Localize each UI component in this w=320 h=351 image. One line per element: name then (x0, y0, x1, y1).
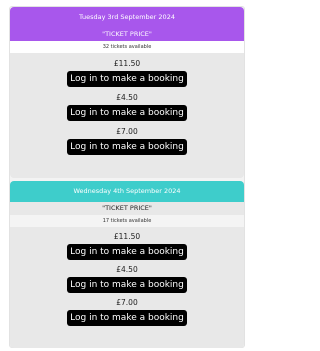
event-card-tuesday: Tuesday 3rd September 2024 "TICKET PRICE… (10, 7, 244, 178)
login-to-book-button[interactable]: Log in to make a booking (67, 139, 187, 155)
ticket-price: £4.50 (116, 93, 138, 102)
ticket-price: £11.50 (113, 232, 141, 241)
ticket-price: £11.50 (113, 59, 141, 68)
ticket-price-header: "TICKET PRICE" (10, 28, 244, 41)
login-to-book-button[interactable]: Log in to make a booking (67, 277, 187, 293)
ticket-price: £7.00 (116, 298, 138, 307)
login-to-book-button[interactable]: Log in to make a booking (67, 310, 187, 326)
event-date: Tuesday 3rd September 2024 (10, 7, 244, 28)
login-to-book-button[interactable]: Log in to make a booking (67, 105, 187, 121)
login-to-book-button[interactable]: Log in to make a booking (67, 244, 187, 260)
login-to-book-button[interactable]: Log in to make a booking (67, 71, 187, 87)
event-date: Wednesday 4th September 2024 (10, 181, 244, 202)
ticket-price: £7.00 (116, 127, 138, 136)
ticket-price-header: "TICKET PRICE" (10, 202, 244, 215)
event-card-wednesday: Wednesday 4th September 2024 "TICKET PRI… (10, 181, 244, 348)
tickets-available: 32 tickets available (10, 41, 244, 53)
ticket-price: £4.50 (116, 265, 138, 274)
tickets-available: 17 tickets available (10, 215, 244, 227)
